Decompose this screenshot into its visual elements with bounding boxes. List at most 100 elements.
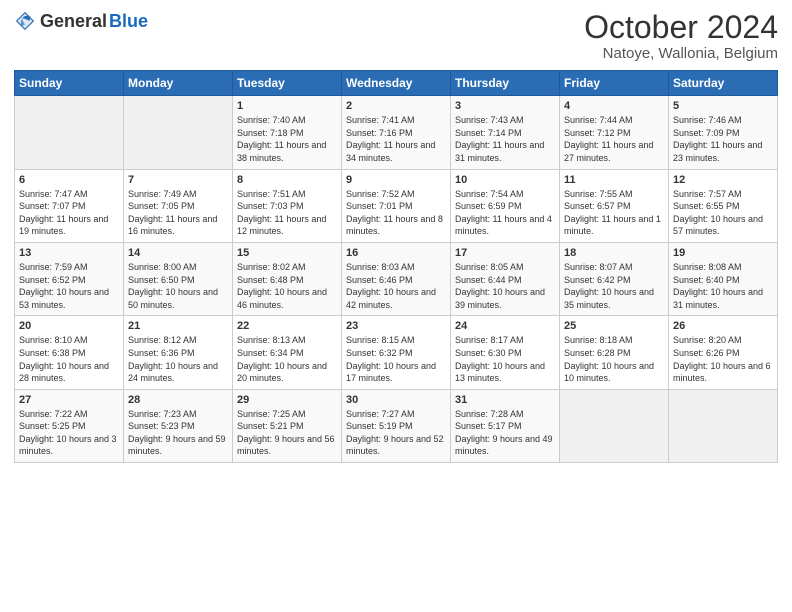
day-info: Sunrise: 8:02 AM Sunset: 6:48 PM Dayligh…	[237, 261, 337, 311]
day-info: Sunrise: 7:55 AM Sunset: 6:57 PM Dayligh…	[564, 188, 664, 238]
day-info: Sunrise: 7:52 AM Sunset: 7:01 PM Dayligh…	[346, 188, 446, 238]
column-header-saturday: Saturday	[669, 71, 778, 96]
calendar-cell: 18 Sunrise: 8:07 AM Sunset: 6:42 PM Dayli…	[560, 242, 669, 315]
week-row-1: 1Sunrise: 7:40 AM Sunset: 7:18 PM Daylig…	[15, 96, 778, 169]
day-number: 12	[673, 174, 773, 186]
day-number: 3	[455, 100, 555, 112]
day-info: Sunrise: 7:22 AM Sunset: 5:25 PM Dayligh…	[19, 408, 119, 458]
day-info: Sunrise: 8:03 AM Sunset: 6:46 PM Dayligh…	[346, 261, 446, 311]
calendar-cell: 21 Sunrise: 8:12 AM Sunset: 6:36 PM Dayli…	[124, 316, 233, 389]
column-header-thursday: Thursday	[451, 71, 560, 96]
calendar-cell: 11 Sunrise: 7:55 AM Sunset: 6:57 PM Dayli…	[560, 169, 669, 242]
day-number: 2	[346, 100, 446, 112]
day-info: Sunrise: 7:27 AM Sunset: 5:19 PM Dayligh…	[346, 408, 446, 458]
day-info: Sunrise: 7:47 AM Sunset: 7:07 PM Dayligh…	[19, 188, 119, 238]
calendar-cell: 2 Sunrise: 7:41 AM Sunset: 7:16 PM Daylig…	[342, 96, 451, 169]
calendar-cell: 12 Sunrise: 7:57 AM Sunset: 6:55 PM Dayli…	[669, 169, 778, 242]
column-header-tuesday: Tuesday	[233, 71, 342, 96]
day-info: Sunrise: 8:08 AM Sunset: 6:40 PM Dayligh…	[673, 261, 773, 311]
logo-general-text: General	[40, 11, 107, 32]
logo-blue-text: Blue	[109, 11, 148, 32]
day-number: 19	[673, 247, 773, 259]
calendar-cell	[15, 96, 124, 169]
calendar-cell: 3 Sunrise: 7:43 AM Sunset: 7:14 PM Daylig…	[451, 96, 560, 169]
calendar-cell: 19 Sunrise: 8:08 AM Sunset: 6:40 PM Dayli…	[669, 242, 778, 315]
day-info: Sunrise: 8:15 AM Sunset: 6:32 PM Dayligh…	[346, 334, 446, 384]
calendar-cell: 9 Sunrise: 7:52 AM Sunset: 7:01 PM Daylig…	[342, 169, 451, 242]
day-number: 5	[673, 100, 773, 112]
calendar-cell	[669, 389, 778, 462]
day-info: Sunrise: 7:28 AM Sunset: 5:17 PM Dayligh…	[455, 408, 555, 458]
day-info: Sunrise: 7:54 AM Sunset: 6:59 PM Dayligh…	[455, 188, 555, 238]
calendar-cell: 4 Sunrise: 7:44 AM Sunset: 7:12 PM Daylig…	[560, 96, 669, 169]
day-info: Sunrise: 7:43 AM Sunset: 7:14 PM Dayligh…	[455, 114, 555, 164]
day-info: Sunrise: 8:05 AM Sunset: 6:44 PM Dayligh…	[455, 261, 555, 311]
calendar-cell: 5 Sunrise: 7:46 AM Sunset: 7:09 PM Daylig…	[669, 96, 778, 169]
calendar-cell: 7Sunrise: 7:49 AM Sunset: 7:05 PM Daylig…	[124, 169, 233, 242]
calendar-cell: 30 Sunrise: 7:27 AM Sunset: 5:19 PM Dayli…	[342, 389, 451, 462]
day-number: 25	[564, 320, 664, 332]
calendar-cell: 23 Sunrise: 8:15 AM Sunset: 6:32 PM Dayli…	[342, 316, 451, 389]
week-row-4: 20Sunrise: 8:10 AM Sunset: 6:38 PM Dayli…	[15, 316, 778, 389]
day-info: Sunrise: 7:23 AM Sunset: 5:23 PM Dayligh…	[128, 408, 228, 458]
week-row-2: 6Sunrise: 7:47 AM Sunset: 7:07 PM Daylig…	[15, 169, 778, 242]
calendar-cell: 24 Sunrise: 8:17 AM Sunset: 6:30 PM Dayli…	[451, 316, 560, 389]
calendar-cell: 22Sunrise: 8:13 AM Sunset: 6:34 PM Dayli…	[233, 316, 342, 389]
day-number: 20	[19, 320, 119, 332]
calendar-cell	[124, 96, 233, 169]
calendar-cell: 16 Sunrise: 8:03 AM Sunset: 6:46 PM Dayli…	[342, 242, 451, 315]
calendar-cell: 14 Sunrise: 8:00 AM Sunset: 6:50 PM Dayli…	[124, 242, 233, 315]
day-info: Sunrise: 8:00 AM Sunset: 6:50 PM Dayligh…	[128, 261, 228, 311]
week-row-5: 27 Sunrise: 7:22 AM Sunset: 5:25 PM Dayli…	[15, 389, 778, 462]
logo-icon	[14, 10, 36, 32]
calendar-cell: 25 Sunrise: 8:18 AM Sunset: 6:28 PM Dayli…	[560, 316, 669, 389]
day-number: 16	[346, 247, 446, 259]
calendar-cell: 29 Sunrise: 7:25 AM Sunset: 5:21 PM Dayli…	[233, 389, 342, 462]
day-info: Sunrise: 7:41 AM Sunset: 7:16 PM Dayligh…	[346, 114, 446, 164]
day-number: 21	[128, 320, 228, 332]
day-info: Sunrise: 8:12 AM Sunset: 6:36 PM Dayligh…	[128, 334, 228, 384]
calendar-cell: 20Sunrise: 8:10 AM Sunset: 6:38 PM Dayli…	[15, 316, 124, 389]
day-number: 4	[564, 100, 664, 112]
day-number: 17	[455, 247, 555, 259]
day-number: 18	[564, 247, 664, 259]
day-number: 8	[237, 174, 337, 186]
day-info: Sunrise: 8:18 AM Sunset: 6:28 PM Dayligh…	[564, 334, 664, 384]
column-header-friday: Friday	[560, 71, 669, 96]
day-info: Sunrise: 8:20 AM Sunset: 6:26 PM Dayligh…	[673, 334, 773, 384]
day-number: 23	[346, 320, 446, 332]
day-number: 29	[237, 394, 337, 406]
calendar-table: SundayMondayTuesdayWednesdayThursdayFrid…	[14, 70, 778, 463]
calendar-cell: 17 Sunrise: 8:05 AM Sunset: 6:44 PM Dayli…	[451, 242, 560, 315]
day-number: 14	[128, 247, 228, 259]
calendar-cell: 6Sunrise: 7:47 AM Sunset: 7:07 PM Daylig…	[15, 169, 124, 242]
calendar-cell: 28Sunrise: 7:23 AM Sunset: 5:23 PM Dayli…	[124, 389, 233, 462]
day-info: Sunrise: 7:51 AM Sunset: 7:03 PM Dayligh…	[237, 188, 337, 238]
day-info: Sunrise: 8:17 AM Sunset: 6:30 PM Dayligh…	[455, 334, 555, 384]
calendar-cell: 31Sunrise: 7:28 AM Sunset: 5:17 PM Dayli…	[451, 389, 560, 462]
day-info: Sunrise: 7:44 AM Sunset: 7:12 PM Dayligh…	[564, 114, 664, 164]
day-info: Sunrise: 7:57 AM Sunset: 6:55 PM Dayligh…	[673, 188, 773, 238]
calendar-cell	[560, 389, 669, 462]
day-number: 11	[564, 174, 664, 186]
day-number: 24	[455, 320, 555, 332]
day-info: Sunrise: 7:59 AM Sunset: 6:52 PM Dayligh…	[19, 261, 119, 311]
day-number: 15	[237, 247, 337, 259]
column-header-monday: Monday	[124, 71, 233, 96]
day-number: 13	[19, 247, 119, 259]
day-number: 26	[673, 320, 773, 332]
calendar-cell: 27 Sunrise: 7:22 AM Sunset: 5:25 PM Dayli…	[15, 389, 124, 462]
day-number: 1	[237, 100, 337, 112]
day-info: Sunrise: 7:49 AM Sunset: 7:05 PM Dayligh…	[128, 188, 228, 238]
day-number: 9	[346, 174, 446, 186]
day-info: Sunrise: 7:46 AM Sunset: 7:09 PM Dayligh…	[673, 114, 773, 164]
page: GeneralBlue October 2024 Natoye, Walloni…	[0, 0, 792, 612]
day-number: 30	[346, 394, 446, 406]
calendar-cell: 8 Sunrise: 7:51 AM Sunset: 7:03 PM Daylig…	[233, 169, 342, 242]
calendar-subtitle: Natoye, Wallonia, Belgium	[584, 45, 778, 62]
calendar-cell: 10Sunrise: 7:54 AM Sunset: 6:59 PM Dayli…	[451, 169, 560, 242]
day-info: Sunrise: 7:25 AM Sunset: 5:21 PM Dayligh…	[237, 408, 337, 458]
title-block: October 2024 Natoye, Wallonia, Belgium	[584, 10, 778, 62]
day-number: 27	[19, 394, 119, 406]
day-info: Sunrise: 8:07 AM Sunset: 6:42 PM Dayligh…	[564, 261, 664, 311]
